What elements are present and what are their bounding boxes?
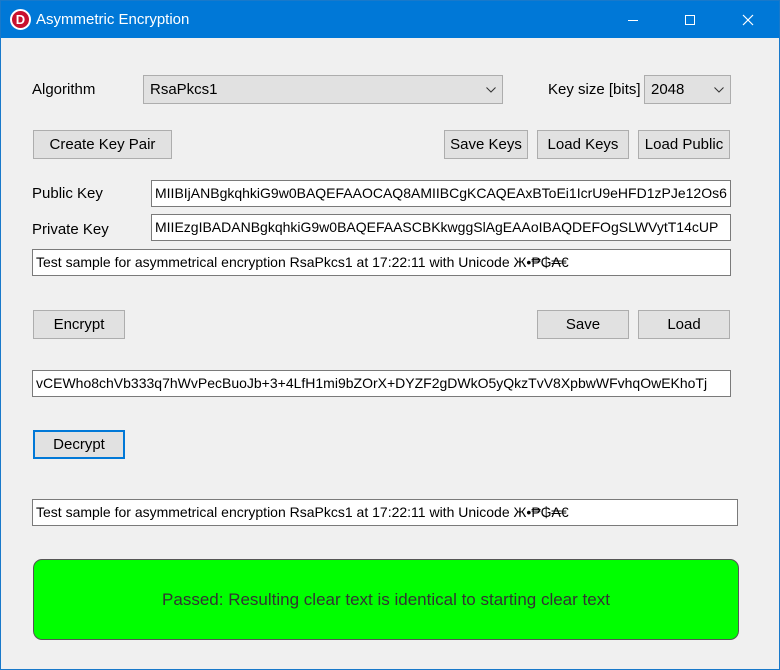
public-key-label: Public Key [32,185,103,202]
minimize-icon [628,19,638,21]
decrypted-text-field[interactable]: Test sample for asymmetrical encryption … [32,499,738,526]
algorithm-label: Algorithm [32,81,96,98]
private-key-field[interactable]: MIIEzgIBADANBgkqhkiG9w0BAQEFAASCBKkwggSl… [151,214,731,241]
save-keys-button[interactable]: Save Keys [444,130,528,159]
result-status-panel: Passed: Resulting clear text is identica… [33,559,739,640]
minimize-button[interactable] [610,1,656,38]
load-button[interactable]: Load [638,310,730,339]
window-title: Asymmetric Encryption [36,11,190,28]
app-logo-icon: D [10,9,31,30]
cipher-text-field[interactable]: vCEWho8chVb333q7hWvPecBuoJb+3+4LfH1mi9bZ… [32,370,731,397]
algorithm-selected-value: RsaPkcs1 [150,81,218,98]
app-window: D Asymmetric Encryption Algorithm RsaPkc… [0,0,780,670]
result-message: Passed: Resulting clear text is identica… [162,589,610,609]
save-button[interactable]: Save [537,310,629,339]
private-key-label: Private Key [32,221,109,238]
close-button[interactable] [725,1,771,38]
chevron-down-icon [714,76,724,103]
create-key-pair-button[interactable]: Create Key Pair [33,130,172,159]
public-key-field[interactable]: MIIBIjANBgkqhkiG9w0BAQEFAAOCAQ8AMIIBCgKC… [151,180,731,207]
title-bar[interactable]: D Asymmetric Encryption [1,1,779,38]
encrypt-button[interactable]: Encrypt [33,310,125,339]
maximize-button[interactable] [667,1,713,38]
close-icon [742,14,754,25]
load-keys-button[interactable]: Load Keys [537,130,629,159]
load-public-button[interactable]: Load Public [638,130,730,159]
decrypt-button[interactable]: Decrypt [33,430,125,459]
key-size-selected-value: 2048 [651,81,685,98]
clear-text-input[interactable]: Test sample for asymmetrical encryption … [32,249,731,276]
key-size-select[interactable]: 2048 [644,75,731,104]
chevron-down-icon [486,76,496,103]
key-size-label: Key size [bits] [548,81,641,98]
algorithm-select[interactable]: RsaPkcs1 [143,75,503,104]
maximize-icon [685,14,695,25]
